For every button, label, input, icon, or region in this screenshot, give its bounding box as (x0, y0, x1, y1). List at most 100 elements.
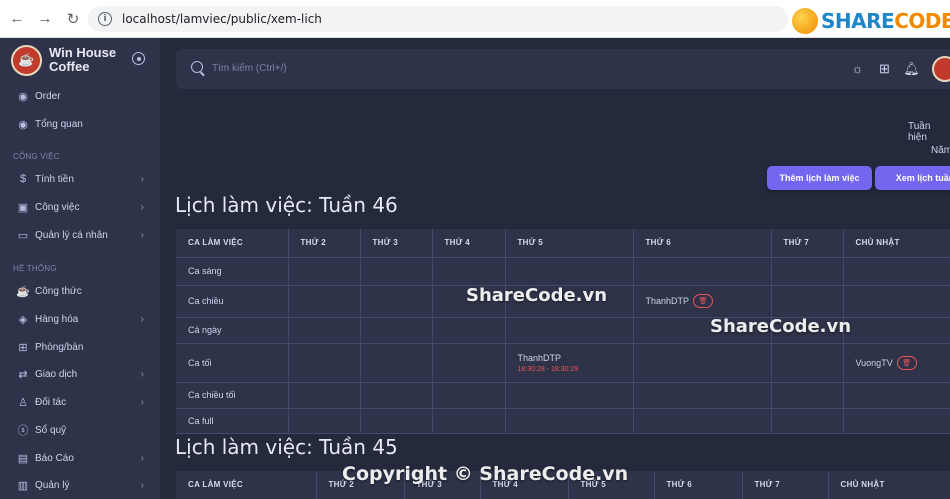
sidebar-item-reports[interactable]: ▤ Báo Cáo › (0, 445, 160, 471)
table-header-row: CA LÀM VIỆC THỨ 2 THỨ 3 THỨ 4 THỨ 5 THỨ … (176, 229, 950, 258)
trash-icon[interactable]: 🗑︎ (693, 294, 714, 308)
sidebar-item-label: Giao dịch (35, 368, 78, 380)
shift-name: Ca chiều tối (176, 382, 289, 409)
shortcuts-grid-icon[interactable]: ⊞ (877, 61, 892, 76)
back-icon[interactable]: ← (6, 8, 28, 30)
sidebar-item-label: Tổng quan (35, 118, 83, 130)
sidebar-item-cashbook[interactable]: ⓢ Sổ quỹ (0, 417, 160, 443)
shift-time: 18:30:28 - 18:30:29 (517, 365, 579, 373)
url-text: localhost/lamviec/public/xem-lich (122, 12, 322, 26)
briefcase-icon: ▣ (17, 201, 29, 214)
manage-icon: ▥ (17, 479, 29, 492)
sidebar-item-goods[interactable]: ◈ Hàng hóa › (0, 306, 160, 332)
watermark-brand-a: SHARE (821, 9, 895, 33)
sidebar-item-billing[interactable]: $ Tính tiền › (0, 166, 160, 192)
staff-name: VuongTV (855, 357, 893, 368)
staff-chip: VuongTV 🗑︎ (855, 355, 917, 370)
column-header: THỨ 2 (288, 229, 361, 258)
shift-name: Cả ngày (176, 317, 289, 344)
watermark-center: ShareCode.vn (466, 285, 608, 306)
chevron-right-icon: › (140, 368, 144, 380)
schedule-title-week46: Lịch làm việc: Tuần 46 (175, 193, 398, 217)
sidebar-item-label: Quản lý cá nhân (35, 229, 108, 241)
address-bar[interactable]: i localhost/lamviec/public/xem-lich (88, 6, 788, 32)
sidebar: ☕ Win House Coffee ◉ Order ◉ Tổng quan C… (0, 38, 160, 499)
box-icon: ◈ (18, 313, 28, 326)
view-week-schedule-button[interactable]: Xem lịch tuần (875, 166, 950, 190)
shift-name: Ca chiều (176, 285, 289, 318)
theme-sun-icon[interactable]: ☼ (850, 61, 865, 76)
chevron-right-icon: › (140, 201, 144, 213)
sidebar-item-label: Công thức (35, 285, 82, 297)
sidebar-item-tables[interactable]: ⊞ Phòng/bàn (0, 334, 160, 360)
sidebar-item-partners[interactable]: ♙ Đối tác › (0, 389, 160, 415)
report-icon: ▤ (17, 452, 29, 465)
section-header-work: CÔNG VIỆC (13, 152, 60, 161)
sidebar-item-label: Hàng hóa (35, 313, 79, 325)
watermark-ball-icon (792, 8, 818, 34)
avatar[interactable] (932, 56, 950, 82)
dollar-icon: ⓢ (17, 425, 29, 437)
search-icon[interactable] (191, 61, 203, 73)
sidebar-item-overview[interactable]: ◉ Tổng quan (0, 111, 160, 137)
column-header: CA LÀM VIỆC (176, 471, 317, 499)
sidebar-toggle-icon[interactable] (132, 52, 145, 65)
table-row: Ca sáng (176, 257, 950, 286)
current-week-label: Tuần hiện (908, 121, 931, 143)
chevron-right-icon: › (140, 479, 144, 491)
coffee-logo-icon: ☕ (11, 44, 42, 76)
coffee-icon: ☕ (16, 285, 30, 298)
sidebar-item-label: Đối tác (35, 396, 67, 408)
table-row: Ca tối ThanhDTP 18:30:28 - 18:30:29 Vuon… (176, 343, 950, 383)
sidebar-item-label: Sổ quỹ (35, 424, 67, 436)
chevron-right-icon: › (140, 396, 144, 408)
column-header: THỨ 4 (432, 229, 506, 258)
bell-icon[interactable]: 🔔︎ (903, 61, 920, 76)
shift-name: Ca tối (176, 343, 289, 383)
column-header: THỨ 6 (654, 471, 743, 499)
sidebar-item-jobs[interactable]: ▣ Công việc › (0, 194, 160, 220)
forward-icon[interactable]: → (34, 8, 56, 30)
staff-name: ThanhDTP (645, 296, 690, 306)
watermark-copyright: Copyright © ShareCode.vn (342, 463, 629, 485)
sidebar-item-manage[interactable]: ▥ Quản lý › (0, 472, 160, 498)
sidebar-item-label: Quản lý (35, 479, 70, 491)
trash-icon[interactable]: 🗑︎ (896, 355, 917, 370)
sidebar-item-personal[interactable]: ▭ Quản lý cá nhân › (0, 222, 160, 248)
sidebar-item-transactions[interactable]: ⇄ Giao dịch › (0, 361, 160, 387)
eye-icon: ◉ (18, 118, 28, 131)
section-header-system: HỆ THỐNG (13, 264, 57, 273)
column-header: THỨ 3 (360, 229, 433, 258)
shift-name: Ca sáng (176, 257, 289, 286)
watermark-logo: SHARE CODE.vn (792, 6, 950, 36)
column-header: THỨ 7 (771, 229, 844, 258)
staff-chip: ThanhDTP 🗑︎ (646, 294, 714, 308)
chevron-right-icon: › (140, 173, 144, 185)
column-header: THỨ 7 (742, 471, 829, 499)
add-schedule-button[interactable]: Thêm lịch làm việc (767, 166, 872, 190)
grid-icon: ⊞ (18, 341, 28, 354)
table-row: Ca chiều tối (176, 382, 950, 409)
arrows-icon: ⇄ (18, 368, 28, 381)
sidebar-item-label: Order (35, 90, 61, 102)
column-header: THỨ 6 (633, 229, 772, 258)
year-label: Năm (931, 145, 950, 156)
watermark-brand-b: CODE.vn (894, 9, 950, 33)
sidebar-item-order[interactable]: ◉ Order (0, 83, 160, 109)
column-header: CHỦ NHẬT (843, 229, 950, 258)
shift-name: Ca full (176, 408, 289, 434)
site-info-icon[interactable]: i (98, 12, 112, 26)
sidebar-item-label: Tính tiền (35, 173, 74, 185)
sidebar-item-label: Công việc (35, 201, 80, 213)
watermark-right: ShareCode.vn (710, 316, 852, 337)
brand-name: Win House Coffee (49, 45, 117, 74)
chevron-right-icon: › (140, 452, 144, 464)
browser-toolbar: ← → ↻ i localhost/lamviec/public/xem-lic… (0, 0, 950, 38)
column-header: THỨ 5 (505, 229, 634, 258)
cash-icon: $ (19, 173, 27, 185)
sidebar-item-recipes[interactable]: ☕ Công thức (0, 278, 160, 304)
search-input[interactable]: Tìm kiếm (Ctrl+/) (212, 63, 287, 74)
sidebar-item-label: Báo Cáo (35, 452, 74, 464)
sidebar-item-label: Phòng/bàn (35, 341, 84, 353)
reload-icon[interactable]: ↻ (62, 8, 84, 30)
